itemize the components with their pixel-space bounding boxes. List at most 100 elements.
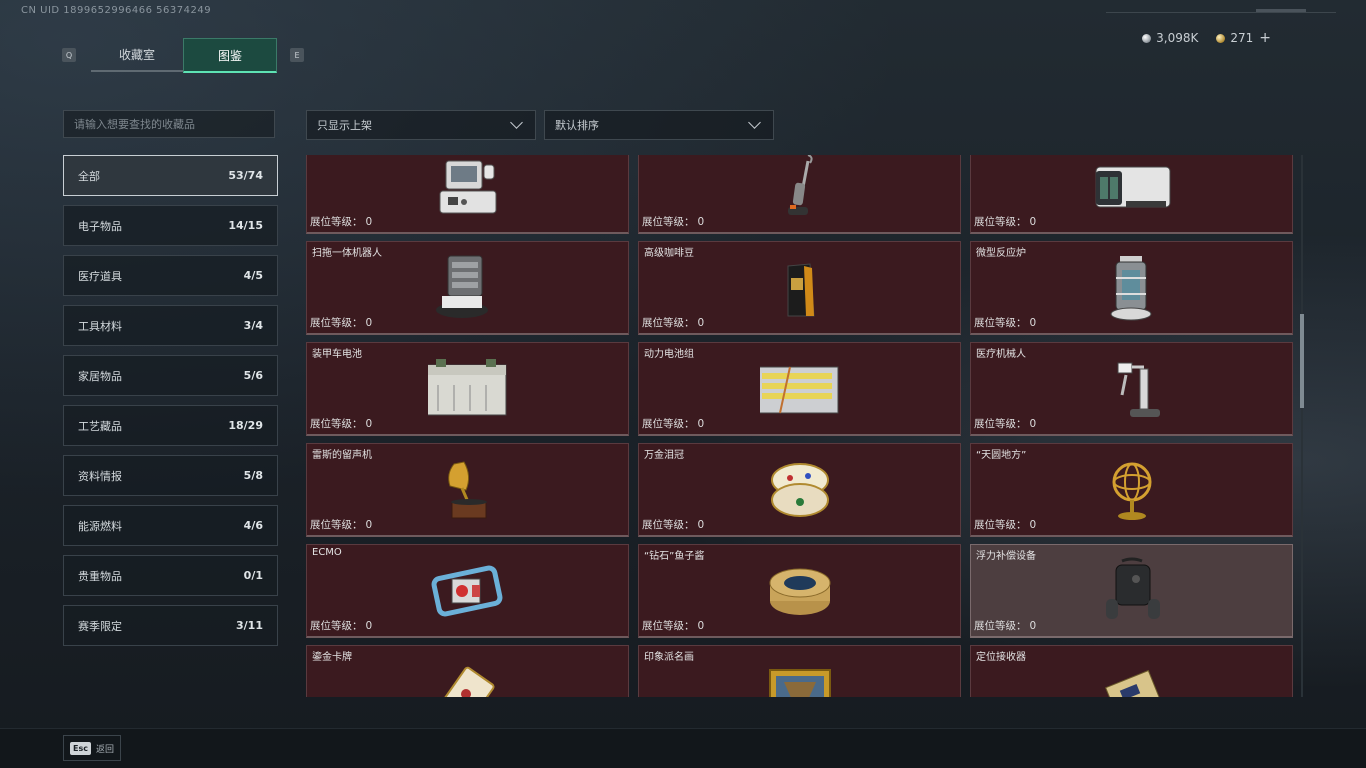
item-card[interactable]: ECMO 展位等级： 0 bbox=[306, 544, 629, 638]
scrollbar-thumb[interactable] bbox=[1300, 314, 1304, 408]
search-placeholder: 请输入想要查找的收藏品 bbox=[74, 118, 195, 131]
bottom-bar bbox=[0, 728, 1366, 768]
item-name: 装甲车电池 bbox=[312, 349, 362, 360]
item-card[interactable]: 浮力补偿设备 展位等级： 0 bbox=[970, 544, 1293, 638]
gold-currency[interactable]: 271 + bbox=[1216, 30, 1271, 46]
category-medical[interactable]: 医疗道具 4/5 bbox=[63, 255, 278, 296]
item-card[interactable]: 万金泪冠 展位等级： 0 bbox=[638, 443, 961, 537]
item-name: 定位接收器 bbox=[976, 652, 1026, 663]
category-all[interactable]: 全部 53/74 bbox=[63, 155, 278, 196]
painting-icon bbox=[768, 669, 831, 697]
item-card[interactable]: 医疗机械人 展位等级： 0 bbox=[970, 342, 1293, 436]
booth-level: 展位等级： 0 bbox=[974, 216, 1037, 228]
category-season-limited[interactable]: 赛季限定 3/11 bbox=[63, 605, 278, 646]
category-count: 0/1 bbox=[243, 569, 263, 582]
item-card[interactable]: 扫拖一体机器人 展位等级： 0 bbox=[306, 241, 629, 335]
item-name: 动力电池组 bbox=[644, 349, 694, 360]
buoyancy-device-icon bbox=[1105, 557, 1160, 619]
category-label: 工艺藏品 bbox=[78, 419, 122, 433]
next-tab-key-hint[interactable]: E bbox=[290, 48, 304, 62]
category-label: 工具材料 bbox=[78, 319, 122, 333]
battery-pack-icon bbox=[759, 366, 838, 414]
silver-amount: 3,098K bbox=[1156, 31, 1199, 45]
category-household[interactable]: 家居物品 5/6 bbox=[63, 355, 278, 396]
reactor-icon bbox=[1110, 256, 1151, 321]
back-label: 返回 bbox=[95, 744, 114, 755]
item-card[interactable]: 高级咖啡豆 展位等级： 0 bbox=[638, 241, 961, 335]
medical-robot-icon bbox=[1117, 362, 1160, 417]
item-card[interactable]: 微型反应炉 展位等级： 0 bbox=[970, 241, 1293, 335]
booth-level: 展位等级： 0 bbox=[642, 418, 705, 430]
display-filter-dropdown[interactable]: 只显示上架 bbox=[306, 110, 536, 140]
category-count: 3/11 bbox=[236, 619, 263, 632]
tab-codex[interactable]: 图鉴 bbox=[183, 38, 277, 73]
sort-value: 默认排序 bbox=[555, 119, 599, 132]
search-input[interactable]: 请输入想要查找的收藏品 bbox=[63, 110, 275, 138]
category-sidebar: 全部 53/74 电子物品 14/15 医疗道具 4/5 工具材料 3/4 家居物品 5/… bbox=[63, 155, 278, 655]
booth-level: 展位等级： 0 bbox=[974, 620, 1037, 632]
item-card[interactable]: 鎏金卡牌 bbox=[306, 645, 629, 697]
chevron-down-icon bbox=[748, 116, 761, 129]
category-label: 家居物品 bbox=[78, 369, 122, 383]
armillary-sphere-icon bbox=[1112, 462, 1151, 520]
item-name: 鎏金卡牌 bbox=[312, 652, 352, 663]
item-card[interactable]: 展位等级： 0 bbox=[970, 155, 1293, 234]
gramophone-icon bbox=[447, 461, 487, 519]
item-card[interactable]: “钻石”鱼子酱 展位等级： 0 bbox=[638, 544, 961, 638]
car-battery-icon bbox=[427, 359, 506, 416]
gold-coin-icon bbox=[1216, 34, 1226, 43]
back-button[interactable]: Esc 返回 bbox=[63, 735, 121, 761]
category-label: 电子物品 bbox=[78, 219, 122, 233]
booth-level: 展位等级： 0 bbox=[974, 418, 1037, 430]
item-card[interactable]: “天圆地方” 展位等级： 0 bbox=[970, 443, 1293, 537]
item-card[interactable]: 定位接收器 bbox=[970, 645, 1293, 697]
item-card[interactable]: 印象派名画 bbox=[638, 645, 961, 697]
item-name: 印象派名画 bbox=[644, 652, 694, 663]
display-filter-value: 只显示上架 bbox=[317, 119, 372, 132]
category-intel[interactable]: 资料情报 5/8 bbox=[63, 455, 278, 496]
booth-level: 展位等级： 0 bbox=[642, 519, 705, 531]
caviar-tin-icon bbox=[769, 568, 830, 615]
booth-level: 展位等级： 0 bbox=[310, 620, 373, 632]
user-uid: CN UID 1899652996466 56374249 bbox=[21, 5, 212, 16]
booth-level: 展位等级： 0 bbox=[310, 418, 373, 430]
booth-level: 展位等级： 0 bbox=[974, 317, 1037, 329]
category-count: 14/15 bbox=[228, 219, 263, 232]
scrollbar-track[interactable] bbox=[1301, 155, 1303, 697]
item-grid: 展位等级： 0 展位等级： 0 展位等级： 0 扫拖一体机器人 展位等级： 0 … bbox=[306, 155, 1296, 697]
camera-device-icon bbox=[1095, 166, 1170, 208]
booth-level: 展位等级： 0 bbox=[642, 216, 705, 228]
item-card[interactable]: 动力电池组 展位等级： 0 bbox=[638, 342, 961, 436]
top-divider bbox=[1106, 12, 1336, 13]
category-count: 5/6 bbox=[243, 369, 263, 382]
category-energy[interactable]: 能源燃料 4/6 bbox=[63, 505, 278, 546]
category-valuables[interactable]: 贵重物品 0/1 bbox=[63, 555, 278, 596]
category-crafts[interactable]: 工艺藏品 18/29 bbox=[63, 405, 278, 446]
item-card[interactable]: 展位等级： 0 bbox=[638, 155, 961, 234]
booth-level: 展位等级： 0 bbox=[642, 620, 705, 632]
silver-coin-icon bbox=[1142, 34, 1152, 43]
booth-level: 展位等级： 0 bbox=[310, 519, 373, 531]
booth-level: 展位等级： 0 bbox=[642, 317, 705, 329]
chevron-down-icon bbox=[510, 116, 523, 129]
gps-receiver-icon bbox=[1104, 669, 1161, 697]
kiosk-terminal-icon bbox=[439, 160, 496, 214]
robot-mop-icon bbox=[435, 255, 488, 318]
item-card[interactable]: 装甲车电池 展位等级： 0 bbox=[306, 342, 629, 436]
category-label: 赛季限定 bbox=[78, 619, 122, 633]
category-count: 18/29 bbox=[228, 419, 263, 432]
tab-collection-room[interactable]: 收藏室 bbox=[91, 38, 183, 72]
item-name: 浮力补偿设备 bbox=[976, 551, 1036, 562]
item-card[interactable]: 展位等级： 0 bbox=[306, 155, 629, 234]
add-currency-icon[interactable]: + bbox=[1259, 30, 1271, 46]
prev-tab-key-hint[interactable]: Q bbox=[62, 48, 76, 62]
category-count: 4/5 bbox=[243, 269, 263, 282]
item-name: 雷斯的留声机 bbox=[312, 450, 372, 461]
item-name: “天圆地方” bbox=[976, 450, 1027, 461]
category-tools[interactable]: 工具材料 3/4 bbox=[63, 305, 278, 346]
item-name: ECMO bbox=[312, 547, 342, 558]
item-card[interactable]: 雷斯的留声机 展位等级： 0 bbox=[306, 443, 629, 537]
category-count: 53/74 bbox=[228, 169, 263, 182]
category-electronics[interactable]: 电子物品 14/15 bbox=[63, 205, 278, 246]
sort-dropdown[interactable]: 默认排序 bbox=[544, 110, 774, 140]
